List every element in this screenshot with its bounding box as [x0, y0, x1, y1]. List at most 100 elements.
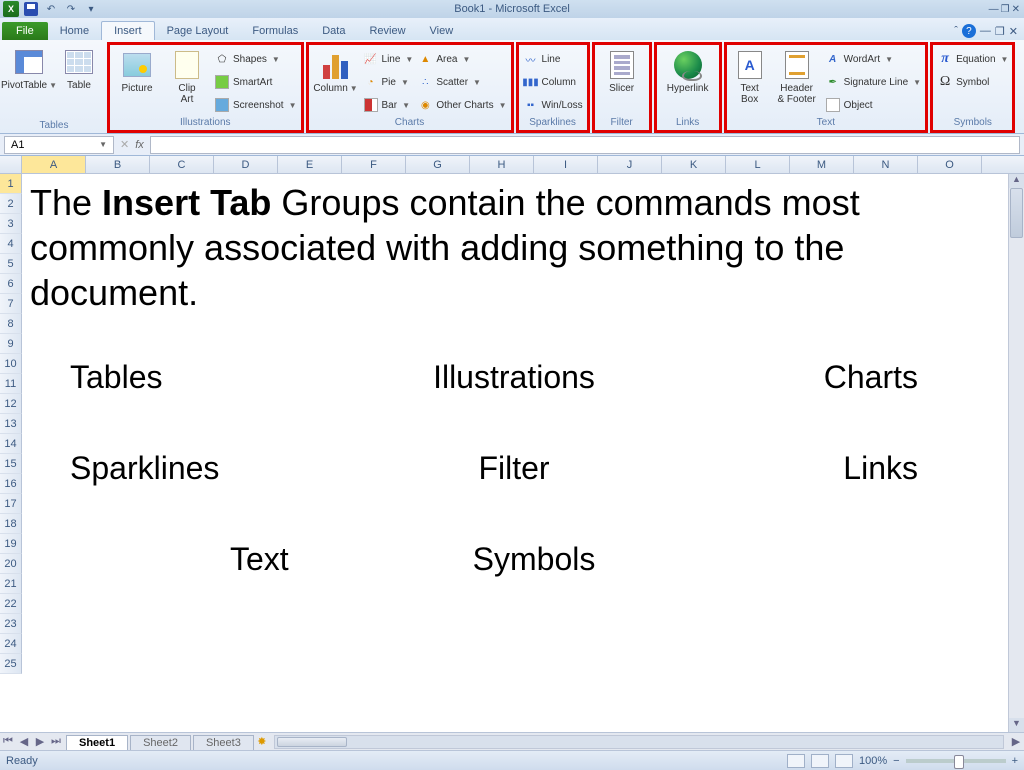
row-header[interactable]: 7: [0, 294, 22, 314]
tab-data[interactable]: Data: [310, 22, 357, 40]
sheet-tab-1[interactable]: Sheet1: [66, 735, 128, 750]
row-header[interactable]: 25: [0, 654, 22, 674]
help-icon[interactable]: ?: [962, 24, 976, 38]
row-header[interactable]: 14: [0, 434, 22, 454]
row-header[interactable]: 6: [0, 274, 22, 294]
col-header[interactable]: J: [598, 156, 662, 173]
ribbon-minimize-icon[interactable]: ˆ: [954, 25, 958, 37]
sheet-tab-3[interactable]: Sheet3: [193, 735, 254, 750]
other-charts-button[interactable]: ◉Other Charts▼: [417, 95, 506, 115]
zoom-out-button[interactable]: −: [893, 755, 899, 767]
row-header[interactable]: 21: [0, 574, 22, 594]
view-layout-button[interactable]: [811, 754, 829, 768]
row-header[interactable]: 23: [0, 614, 22, 634]
sheet-nav-next[interactable]: ▶: [32, 735, 48, 748]
picture-button[interactable]: Picture: [114, 47, 160, 94]
row-header[interactable]: 16: [0, 474, 22, 494]
sheet-nav-last[interactable]: ⏭: [48, 735, 64, 748]
row-header[interactable]: 22: [0, 594, 22, 614]
scatter-chart-button[interactable]: ∴Scatter▼: [417, 72, 506, 92]
scroll-up-icon[interactable]: ▲: [1009, 174, 1024, 188]
bar-chart-button[interactable]: Bar▼: [363, 95, 414, 115]
col-header[interactable]: E: [278, 156, 342, 173]
zoom-in-button[interactable]: +: [1012, 755, 1018, 767]
redo-button[interactable]: ↷: [62, 1, 80, 17]
clipart-button[interactable]: Clip Art: [164, 47, 210, 105]
tab-view[interactable]: View: [418, 22, 466, 40]
object-button[interactable]: Object: [825, 95, 921, 115]
row-header[interactable]: 18: [0, 514, 22, 534]
signature-line-button[interactable]: ✒Signature Line▼: [825, 72, 921, 92]
row-header[interactable]: 10: [0, 354, 22, 374]
name-box[interactable]: A1▼: [4, 136, 114, 154]
tab-insert[interactable]: Insert: [101, 21, 155, 40]
minimize-button[interactable]: —: [989, 4, 999, 15]
row-header[interactable]: 8: [0, 314, 22, 334]
row-header[interactable]: 5: [0, 254, 22, 274]
pivottable-button[interactable]: PivotTable▼: [6, 44, 52, 91]
sheet-nav-first[interactable]: ⏮: [0, 735, 16, 748]
sheet-tab-2[interactable]: Sheet2: [130, 735, 191, 750]
zoom-slider[interactable]: [906, 759, 1006, 763]
row-header[interactable]: 24: [0, 634, 22, 654]
col-header[interactable]: O: [918, 156, 982, 173]
workbook-close-icon[interactable]: ✕: [1009, 25, 1018, 38]
tab-file[interactable]: File: [2, 22, 48, 40]
col-header[interactable]: B: [86, 156, 150, 173]
col-header[interactable]: K: [662, 156, 726, 173]
save-button[interactable]: [22, 1, 40, 17]
screenshot-button[interactable]: Screenshot▼: [214, 95, 297, 115]
row-header[interactable]: 2: [0, 194, 22, 214]
workbook-minimize-icon[interactable]: —: [980, 25, 991, 37]
row-header[interactable]: 4: [0, 234, 22, 254]
row-header[interactable]: 20: [0, 554, 22, 574]
horizontal-scrollbar[interactable]: [274, 735, 1004, 749]
cancel-formula-icon[interactable]: ✕: [120, 138, 129, 151]
scroll-down-icon[interactable]: ▼: [1009, 718, 1024, 732]
sparkline-winloss-button[interactable]: ▪▪Win/Loss: [523, 95, 583, 115]
vertical-scrollbar[interactable]: ▲ ▼: [1008, 174, 1024, 732]
undo-button[interactable]: ↶: [42, 1, 60, 17]
row-header[interactable]: 15: [0, 454, 22, 474]
col-header[interactable]: A: [22, 156, 86, 173]
formula-input[interactable]: [150, 136, 1020, 154]
row-header[interactable]: 1: [0, 174, 22, 194]
tab-home[interactable]: Home: [48, 22, 101, 40]
excel-app-icon[interactable]: X: [2, 1, 20, 17]
tab-page-layout[interactable]: Page Layout: [155, 22, 241, 40]
hyperlink-button[interactable]: Hyperlink: [661, 47, 715, 94]
col-header[interactable]: L: [726, 156, 790, 173]
col-header[interactable]: H: [470, 156, 534, 173]
column-chart-button[interactable]: Column▼: [313, 47, 359, 94]
sparkline-line-button[interactable]: 〰Line: [523, 49, 583, 69]
fx-icon[interactable]: fx: [135, 139, 144, 151]
row-header[interactable]: 12: [0, 394, 22, 414]
pie-chart-button[interactable]: ◔Pie▼: [363, 72, 414, 92]
header-footer-button[interactable]: Header & Footer: [773, 47, 821, 105]
col-header[interactable]: I: [534, 156, 598, 173]
slicer-button[interactable]: Slicer: [599, 47, 645, 94]
scroll-right-icon[interactable]: ▶: [1008, 735, 1024, 748]
restore-button[interactable]: ❐: [1001, 4, 1010, 15]
close-button[interactable]: ✕: [1012, 4, 1020, 15]
tab-formulas[interactable]: Formulas: [240, 22, 310, 40]
scroll-thumb[interactable]: [1010, 188, 1023, 238]
workbook-restore-icon[interactable]: ❐: [995, 25, 1005, 38]
row-header[interactable]: 3: [0, 214, 22, 234]
view-normal-button[interactable]: [787, 754, 805, 768]
col-header[interactable]: C: [150, 156, 214, 173]
col-header[interactable]: F: [342, 156, 406, 173]
smartart-button[interactable]: SmartArt: [214, 72, 297, 92]
area-chart-button[interactable]: ▲Area▼: [417, 49, 506, 69]
select-all-corner[interactable]: [0, 156, 22, 173]
sparkline-column-button[interactable]: ▮▮▮Column: [523, 72, 583, 92]
col-header[interactable]: N: [854, 156, 918, 173]
view-pagebreak-button[interactable]: [835, 754, 853, 768]
wordart-button[interactable]: AWordArt▼: [825, 49, 921, 69]
row-header[interactable]: 17: [0, 494, 22, 514]
textbox-button[interactable]: AText Box: [731, 47, 769, 105]
qat-customize-icon[interactable]: ▾: [82, 1, 100, 17]
row-header[interactable]: 11: [0, 374, 22, 394]
row-header[interactable]: 9: [0, 334, 22, 354]
equation-button[interactable]: πEquation▼: [937, 49, 1008, 69]
